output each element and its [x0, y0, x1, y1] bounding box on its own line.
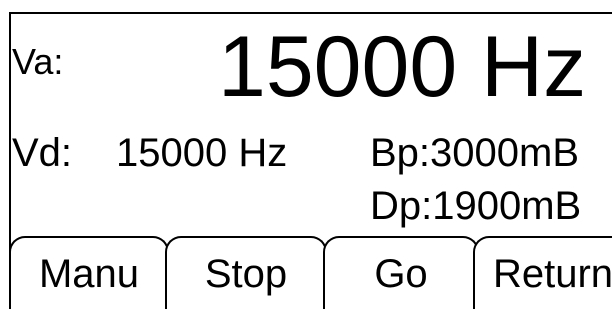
- va-label: Va:: [12, 41, 64, 82]
- dp-pressure-value: Dp:1900mB: [370, 184, 582, 228]
- return-button[interactable]: Return: [473, 236, 612, 309]
- va-frequency-value: 15000 Hz: [218, 19, 587, 115]
- vd-frequency-value: 15000 Hz: [116, 131, 288, 175]
- go-button[interactable]: Go: [323, 236, 479, 309]
- bp-pressure-value: Bp:3000mB: [370, 131, 580, 175]
- softkey-bar: Manu Stop Go Return: [9, 236, 612, 309]
- manu-button[interactable]: Manu: [9, 236, 169, 309]
- vd-label: Vd:: [12, 131, 73, 175]
- stop-button[interactable]: Stop: [165, 236, 327, 309]
